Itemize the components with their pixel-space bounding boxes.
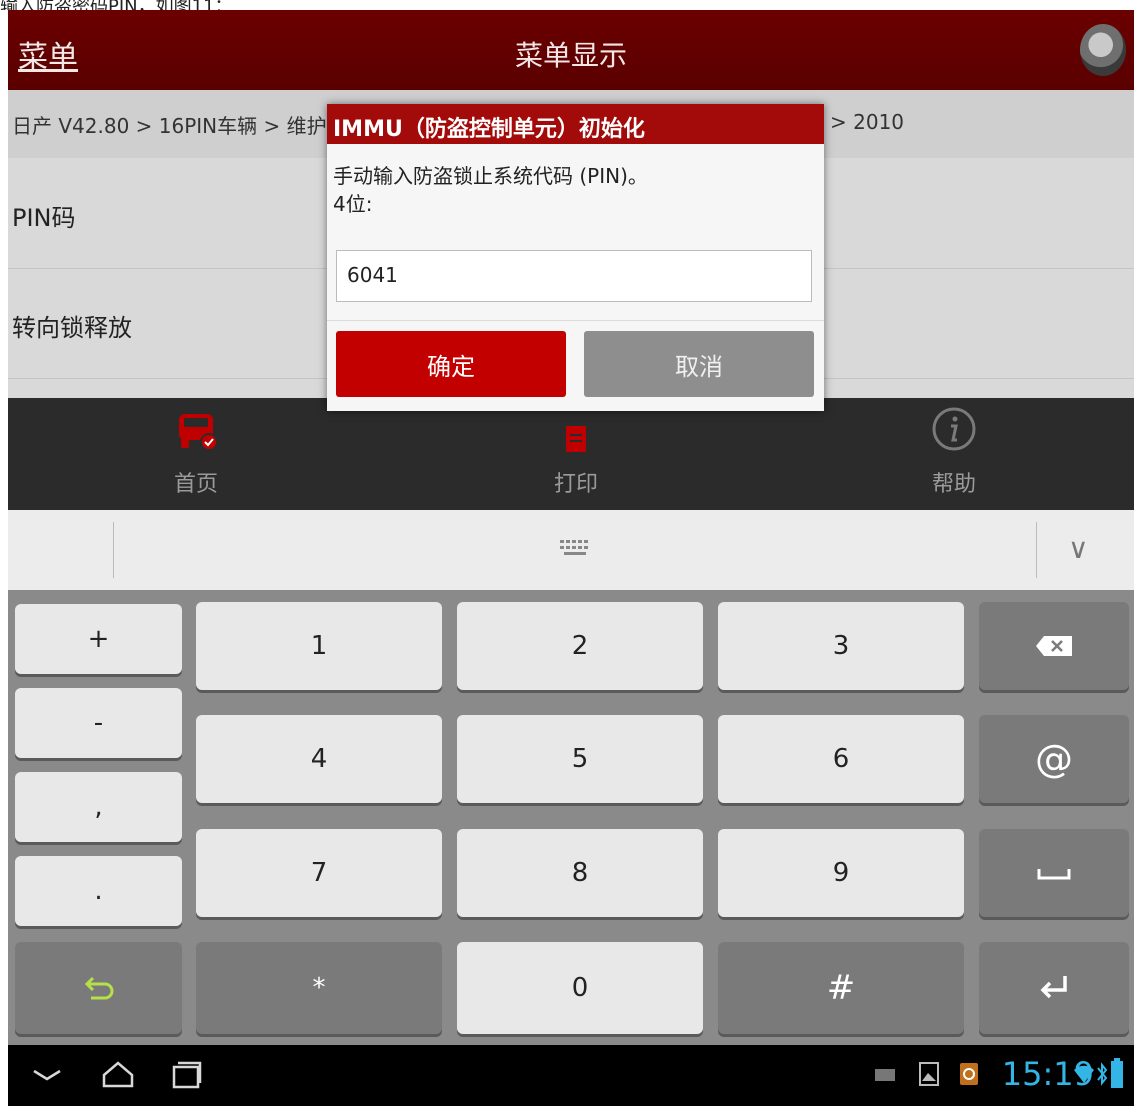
info-icon (932, 407, 976, 451)
dialog-message: 手动输入防盗锁止系统代码 (PIN)。 4位: (333, 162, 648, 218)
key-8[interactable]: 8 (457, 829, 703, 917)
avatar[interactable] (1080, 24, 1126, 76)
pin-dialog: IMMU（防盗控制单元）初始化 手动输入防盗锁止系统代码 (PIN)。 4位: … (327, 104, 824, 411)
key-at[interactable]: @ (979, 715, 1129, 803)
key-7[interactable]: 7 (196, 829, 442, 917)
space-icon (1037, 869, 1071, 880)
numeric-keyboard: ∨ + - , . 1 2 3 4 5 6 7 8 9 @ * 0 # (8, 510, 1134, 1045)
car-icon (179, 414, 218, 451)
enter-icon (1040, 976, 1067, 999)
hide-keyboard-icon[interactable] (30, 1065, 64, 1085)
list-item-label: 转向锁释放 (12, 314, 132, 342)
backspace-icon (1036, 636, 1072, 656)
keyboard-status-icon (875, 1069, 895, 1081)
key-2[interactable]: 2 (457, 602, 703, 690)
keyboard-top-bar: ∨ (8, 510, 1134, 590)
app-header: 菜单 菜单显示 (8, 10, 1134, 90)
battery-icon (1111, 1058, 1123, 1088)
key-1[interactable]: 1 (196, 602, 442, 690)
home-icon[interactable] (100, 1059, 136, 1089)
dialog-title: IMMU（防盗控制单元）初始化 (333, 117, 645, 142)
dialog-message-line1: 手动输入防盗锁止系统代码 (PIN)。 (333, 164, 648, 188)
bottom-toolbar: 首页 打印 帮助 (8, 398, 1134, 510)
breadcrumb-tail: > 2010 (830, 110, 905, 134)
key-minus[interactable]: - (15, 688, 182, 758)
dialog-title-bar: IMMU（防盗控制单元）初始化 (327, 104, 824, 144)
key-4[interactable]: 4 (196, 715, 442, 803)
document-caption-strip: 输入防盗密码PIN，如图11： (0, 0, 1134, 10)
dialog-message-line2: 4位: (333, 192, 373, 216)
divider (113, 522, 114, 578)
backspace-button[interactable] (979, 602, 1129, 690)
key-comma[interactable]: , (15, 772, 182, 842)
document-caption: 输入防盗密码PIN，如图11： (0, 0, 233, 10)
page-title: 菜单显示 (514, 39, 627, 72)
wifi-icon (1074, 1065, 1094, 1083)
confirm-button[interactable]: 确定 (336, 331, 566, 397)
keyboard-icon[interactable] (558, 538, 592, 562)
enter-button[interactable] (979, 942, 1129, 1034)
system-nav-bar: 15:19 (8, 1045, 1134, 1106)
key-hash[interactable]: # (718, 942, 964, 1034)
key-plus[interactable]: + (15, 604, 182, 674)
print-button[interactable]: 打印 (516, 404, 636, 498)
app-notification-icon (960, 1063, 978, 1085)
collapse-keyboard-icon[interactable]: ∨ (1068, 532, 1089, 565)
key-3[interactable]: 3 (718, 602, 964, 690)
space-button[interactable] (979, 829, 1129, 917)
printer-icon (566, 426, 586, 452)
key-5[interactable]: 5 (457, 715, 703, 803)
cancel-button[interactable]: 取消 (584, 331, 814, 397)
pin-input[interactable]: 6041 (336, 250, 812, 302)
key-0[interactable]: 0 (457, 942, 703, 1034)
key-period[interactable]: . (15, 856, 182, 926)
recent-apps-icon[interactable] (170, 1059, 204, 1089)
print-label: 打印 (553, 472, 598, 497)
help-button[interactable]: 帮助 (894, 404, 1014, 498)
help-label: 帮助 (931, 472, 976, 497)
bluetooth-icon (1097, 1062, 1108, 1086)
image-status-icon (919, 1062, 939, 1086)
undo-arrow-icon (84, 976, 114, 1000)
key-9[interactable]: 9 (718, 829, 964, 917)
divider (1036, 522, 1037, 578)
home-label: 首页 (173, 472, 218, 497)
key-star[interactable]: * (196, 942, 442, 1034)
back-button[interactable] (15, 942, 182, 1034)
list-item-label: PIN码 (12, 204, 76, 232)
key-6[interactable]: 6 (718, 715, 964, 803)
home-button[interactable]: 首页 (136, 404, 256, 498)
dialog-divider (327, 320, 824, 321)
